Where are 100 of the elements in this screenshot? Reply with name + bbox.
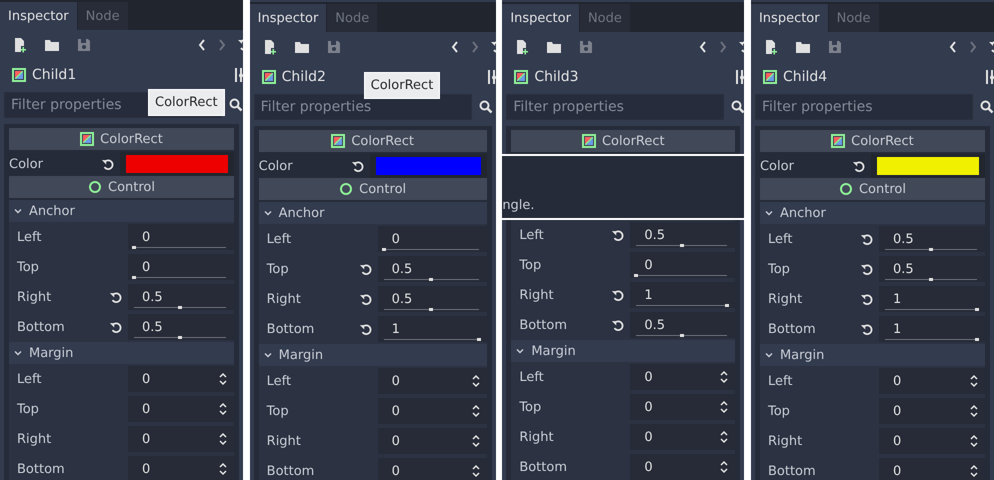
- updown-icon[interactable]: [968, 464, 979, 478]
- save-icon[interactable]: [578, 39, 594, 55]
- revert-icon[interactable]: [358, 262, 373, 276]
- filter-field[interactable]: Filter properties: [254, 94, 472, 120]
- revert-icon[interactable]: [358, 322, 373, 336]
- range-field[interactable]: 1: [630, 282, 736, 308]
- folder-icon[interactable]: [794, 39, 811, 55]
- save-icon[interactable]: [326, 39, 342, 55]
- slider-thumb[interactable]: [178, 336, 182, 339]
- search-icon[interactable]: [730, 99, 744, 115]
- spin-field[interactable]: 0: [878, 458, 985, 480]
- group-header[interactable]: Margin: [511, 340, 736, 362]
- panel-tab[interactable]: Inspector: [0, 2, 77, 30]
- slider-thumb[interactable]: [382, 248, 386, 251]
- updown-icon[interactable]: [719, 430, 730, 444]
- spin-field[interactable]: 0: [878, 428, 985, 454]
- filter-field[interactable]: Filter properties: [754, 94, 973, 120]
- revert-icon[interactable]: [358, 292, 373, 306]
- updown-icon[interactable]: [968, 404, 979, 418]
- back-icon[interactable]: [197, 37, 207, 53]
- range-field[interactable]: 1: [378, 316, 487, 342]
- group-header[interactable]: Margin: [760, 344, 985, 366]
- search-icon[interactable]: [978, 99, 994, 115]
- slider-thumb[interactable]: [725, 304, 730, 307]
- group-header[interactable]: Anchor: [9, 200, 234, 222]
- updown-icon[interactable]: [470, 404, 481, 418]
- new-file-icon[interactable]: [514, 39, 530, 55]
- revert-icon[interactable]: [101, 157, 115, 171]
- spin-field[interactable]: 0: [878, 398, 985, 424]
- revert-icon[interactable]: [109, 320, 123, 334]
- updown-icon[interactable]: [968, 434, 979, 448]
- slider-thumb[interactable]: [634, 274, 638, 277]
- spin-field[interactable]: 0: [128, 456, 234, 480]
- slider-thumb[interactable]: [476, 338, 481, 341]
- spin-field[interactable]: 0: [630, 454, 736, 480]
- group-header[interactable]: Anchor: [760, 202, 985, 224]
- range-field[interactable]: 0.5: [630, 222, 736, 248]
- slider-thumb[interactable]: [429, 278, 434, 281]
- updown-icon[interactable]: [218, 432, 228, 446]
- slider-thumb[interactable]: [132, 246, 136, 249]
- range-field[interactable]: 0.5: [378, 256, 487, 282]
- range-field[interactable]: 0.5: [378, 286, 487, 312]
- panel-tab[interactable]: Inspector: [502, 4, 579, 32]
- updown-icon[interactable]: [719, 370, 730, 384]
- revert-icon[interactable]: [350, 159, 365, 173]
- panel-tab[interactable]: Inspector: [750, 4, 828, 32]
- range-field[interactable]: 1: [878, 286, 985, 312]
- spin-field[interactable]: 0: [128, 366, 234, 392]
- updown-icon[interactable]: [719, 460, 730, 474]
- filter-field[interactable]: Filter properties: [506, 94, 724, 120]
- revert-icon[interactable]: [611, 318, 626, 332]
- range-field[interactable]: 0.5: [128, 314, 234, 340]
- slider-thumb[interactable]: [974, 308, 979, 311]
- updown-icon[interactable]: [218, 372, 228, 386]
- spin-field[interactable]: 0: [128, 426, 234, 452]
- updown-icon[interactable]: [968, 374, 979, 388]
- spin-field[interactable]: 0: [378, 398, 487, 424]
- spin-field[interactable]: 0: [378, 368, 487, 394]
- updown-icon[interactable]: [470, 434, 481, 448]
- folder-icon[interactable]: [546, 39, 562, 55]
- range-field[interactable]: 0.5: [878, 226, 985, 252]
- search-icon[interactable]: [478, 99, 494, 115]
- save-icon[interactable]: [826, 39, 843, 55]
- spin-field[interactable]: 0: [378, 458, 487, 480]
- updown-icon[interactable]: [719, 400, 730, 414]
- revert-icon[interactable]: [852, 159, 866, 173]
- range-field[interactable]: 0.5: [630, 312, 736, 338]
- revert-icon[interactable]: [860, 232, 874, 246]
- slider-thumb[interactable]: [928, 278, 933, 281]
- panel-tab[interactable]: Inspector: [250, 4, 326, 32]
- range-field[interactable]: 1: [878, 316, 985, 342]
- spin-field[interactable]: 0: [630, 394, 736, 420]
- slider-thumb[interactable]: [429, 308, 434, 311]
- group-header[interactable]: Margin: [258, 344, 487, 366]
- spin-field[interactable]: 0: [128, 396, 234, 422]
- slider-thumb[interactable]: [680, 244, 684, 247]
- updown-icon[interactable]: [470, 374, 481, 388]
- range-field[interactable]: 0: [128, 254, 234, 280]
- revert-icon[interactable]: [611, 288, 626, 302]
- spin-field[interactable]: 0: [878, 368, 985, 394]
- revert-icon[interactable]: [109, 290, 123, 304]
- folder-icon[interactable]: [44, 37, 60, 53]
- range-field[interactable]: 0: [128, 224, 234, 250]
- revert-icon[interactable]: [860, 292, 874, 306]
- group-header[interactable]: Anchor: [258, 202, 487, 224]
- back-icon[interactable]: [948, 39, 958, 55]
- slider-thumb[interactable]: [928, 248, 933, 251]
- spin-field[interactable]: 0: [630, 424, 736, 450]
- back-icon[interactable]: [698, 39, 708, 55]
- new-file-icon[interactable]: [12, 37, 28, 53]
- color-swatch[interactable]: [126, 155, 228, 173]
- updown-icon[interactable]: [218, 462, 228, 476]
- revert-icon[interactable]: [860, 262, 874, 276]
- search-icon[interactable]: [228, 97, 243, 113]
- slider-thumb[interactable]: [680, 334, 684, 337]
- folder-icon[interactable]: [294, 39, 310, 55]
- slider-thumb[interactable]: [178, 306, 182, 309]
- slider-thumb[interactable]: [132, 276, 136, 279]
- range-field[interactable]: 0: [630, 252, 736, 278]
- save-icon[interactable]: [76, 37, 92, 53]
